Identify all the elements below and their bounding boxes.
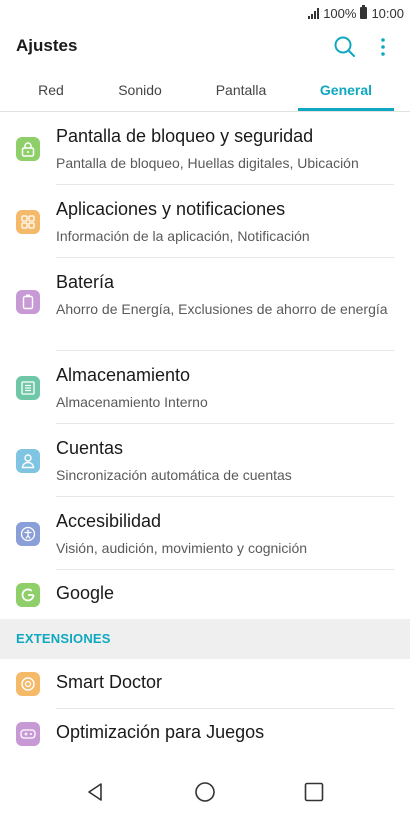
- list-item-accounts[interactable]: Cuentas Sincronización automática de cue…: [0, 424, 410, 497]
- search-icon: [334, 36, 355, 57]
- home-button[interactable]: [193, 780, 217, 804]
- section-header-extensions: EXTENSIONES: [0, 619, 410, 659]
- app-bar: Ajustes: [0, 26, 410, 68]
- smart-doctor-icon: [16, 672, 40, 696]
- accessibility-icon: [16, 522, 40, 546]
- navigation-bar: [0, 762, 410, 820]
- home-icon: [195, 782, 215, 802]
- signal-icon: [308, 7, 320, 19]
- more-vert-icon: [381, 38, 385, 56]
- settings-list: Pantalla de bloqueo y seguridad Pantalla…: [0, 112, 410, 620]
- apps-grid-icon: [16, 210, 40, 234]
- item-subtitle: Ahorro de Energía, Exclusiones de ahorro…: [56, 301, 388, 317]
- item-title: Almacenamiento: [56, 365, 191, 385]
- list-item-lock-screen[interactable]: Pantalla de bloqueo y seguridad Pantalla…: [0, 112, 410, 185]
- tab-red[interactable]: Red: [0, 68, 102, 112]
- account-icon: [16, 449, 40, 473]
- section-label: EXTENSIONES: [16, 631, 111, 646]
- item-subtitle: Información de la aplicación, Notificaci…: [56, 228, 310, 244]
- item-title: Pantalla de bloqueo y seguridad: [56, 126, 314, 146]
- back-icon: [88, 783, 102, 801]
- battery-status-icon: [360, 5, 368, 19]
- list-item-storage[interactable]: Almacenamiento Almacenamiento Interno: [0, 351, 410, 424]
- item-title: Batería: [56, 272, 115, 292]
- tab-pantalla[interactable]: Pantalla: [190, 68, 292, 112]
- item-subtitle: Almacenamiento Interno: [56, 394, 208, 410]
- more-options-button[interactable]: [372, 32, 394, 62]
- google-icon: [16, 583, 40, 607]
- battery-icon: [16, 290, 40, 314]
- recents-icon: [304, 782, 324, 802]
- search-button[interactable]: [330, 32, 360, 62]
- tab-general[interactable]: General: [296, 68, 396, 112]
- list-item-google[interactable]: Google: [0, 570, 410, 620]
- item-subtitle: Pantalla de bloqueo, Huellas digitales, …: [56, 155, 359, 171]
- item-title: Aplicaciones y notificaciones: [56, 199, 286, 219]
- list-item-apps[interactable]: Aplicaciones y notificaciones Informació…: [0, 185, 410, 258]
- lock-icon: [16, 137, 40, 161]
- gamepad-icon: [16, 722, 40, 746]
- item-subtitle: Visión, audición, movimiento y cognición: [56, 540, 308, 556]
- page-title: Ajustes: [16, 36, 78, 55]
- active-tab-indicator: [298, 108, 394, 111]
- item-title: Smart Doctor: [56, 672, 163, 692]
- item-title: Optimización para Juegos: [56, 722, 265, 742]
- tab-bar: Red Sonido Pantalla General: [0, 68, 410, 112]
- item-subtitle: Sincronización automática de cuentas: [56, 467, 292, 483]
- recents-button[interactable]: [302, 780, 326, 804]
- item-title: Accesibilidad: [56, 511, 162, 531]
- list-item-game-optimization[interactable]: Optimización para Juegos: [0, 709, 410, 759]
- status-bar: 100% 10:00: [0, 0, 410, 26]
- back-button[interactable]: [84, 780, 108, 804]
- item-title: Google: [56, 583, 115, 603]
- battery-percent: 100%: [323, 5, 357, 21]
- clock: 10:00: [371, 5, 404, 21]
- item-title: Cuentas: [56, 438, 124, 458]
- list-item-smart-doctor[interactable]: Smart Doctor: [0, 659, 410, 709]
- tab-sonido[interactable]: Sonido: [89, 68, 191, 112]
- storage-icon: [16, 376, 40, 400]
- list-item-accessibility[interactable]: Accesibilidad Visión, audición, movimien…: [0, 497, 410, 570]
- list-item-battery[interactable]: Batería Ahorro de Energía, Exclusiones d…: [0, 258, 410, 351]
